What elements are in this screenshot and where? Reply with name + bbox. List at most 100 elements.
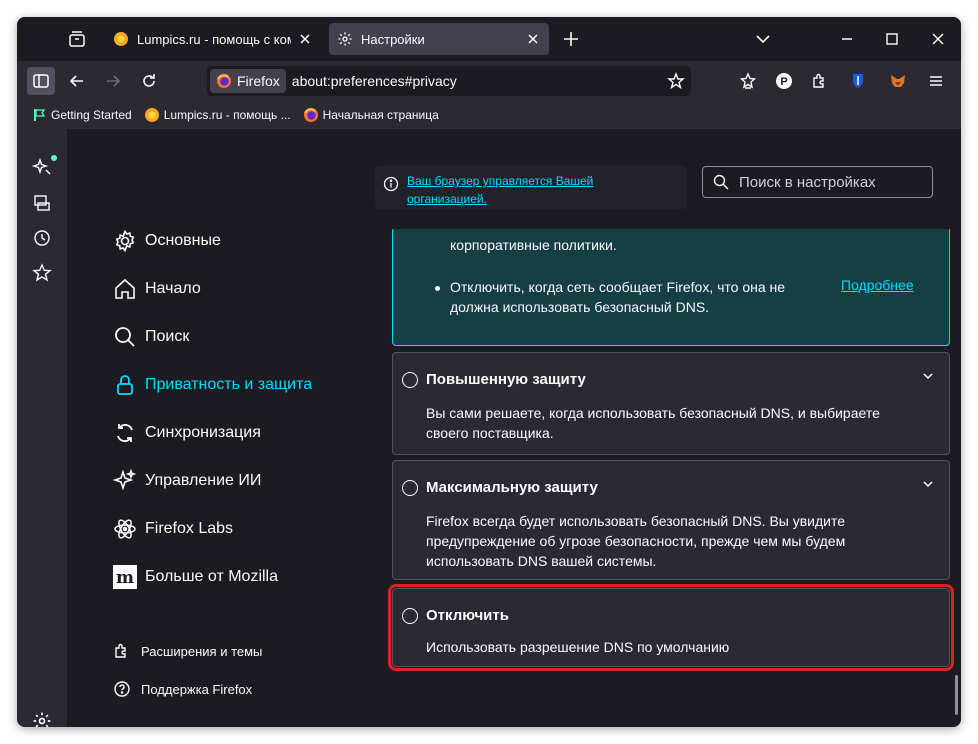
search-icon <box>115 327 135 347</box>
atom-icon <box>114 519 136 539</box>
tab-settings[interactable]: Настройки <box>329 23 549 55</box>
bookmark-getting-started[interactable]: Getting Started <box>31 107 132 123</box>
metamask-button[interactable] <box>884 67 912 95</box>
chevron-down-icon[interactable] <box>921 477 935 491</box>
history-icon[interactable] <box>32 228 52 248</box>
bookmark-label: Lumpics.ru - помощь ... <box>163 108 291 122</box>
chevron-down-icon[interactable] <box>921 369 935 383</box>
category-ai-controls[interactable]: Управление ИИ <box>113 469 261 493</box>
sync-icon <box>117 424 133 442</box>
category-label: Начало <box>145 280 201 297</box>
scrollbar-thumb[interactable] <box>955 675 958 715</box>
category-privacy[interactable]: Приватность и защита <box>113 373 312 397</box>
search-settings[interactable] <box>702 166 933 198</box>
menu-button[interactable] <box>922 67 950 95</box>
bookmarks-toolbar: Getting Started Lumpics.ru - помощь ... … <box>17 101 961 129</box>
bookmarks-star-icon[interactable] <box>32 263 52 283</box>
option-max-protection[interactable]: Максимальную защиту Firefox всегда будет… <box>392 460 950 580</box>
category-label: Управление ИИ <box>145 472 262 489</box>
synced-tabs-icon[interactable] <box>32 193 52 213</box>
back-button[interactable] <box>63 67 91 95</box>
save-to-pocket-button[interactable] <box>734 67 762 95</box>
tab-label: Lumpics.ru - помощь с компьютером <box>137 31 291 47</box>
category-sync[interactable]: Синхронизация <box>113 421 261 445</box>
category-label: Основные <box>145 232 221 249</box>
option-description: Вы сами решаете, когда использовать безо… <box>426 405 880 441</box>
firefox-icon <box>217 74 231 88</box>
forward-button[interactable] <box>99 67 127 95</box>
window-close-icon[interactable] <box>928 29 948 49</box>
category-label: Синхронизация <box>145 424 261 441</box>
browser-window: Lumpics.ru - помощь с компьютером Настро… <box>17 17 961 727</box>
account-button[interactable]: P <box>770 67 798 95</box>
footer-link-label: Поддержка Firefox <box>141 681 253 697</box>
policy-notice: Ваш браузер управляется Вашей организаци… <box>375 166 687 209</box>
policy-link-line1[interactable]: Ваш браузер управляется Вашей <box>407 174 593 188</box>
vertical-sidebar <box>17 129 67 727</box>
policy-link[interactable]: Ваш браузер управляется Вашей организаци… <box>407 172 593 208</box>
option-increased-protection[interactable]: Повышенную защиту Вы сами решаете, когда… <box>392 352 950 455</box>
extensions-button[interactable] <box>806 67 834 95</box>
star-list-icon <box>739 72 757 89</box>
shield-icon <box>853 74 863 88</box>
lumpics-favicon-icon <box>144 108 159 122</box>
gear-icon[interactable] <box>32 711 52 727</box>
search-input[interactable] <box>739 173 919 191</box>
bookmark-label: Начальная страница <box>322 108 439 122</box>
category-search[interactable]: Поиск <box>113 325 189 349</box>
radio-button[interactable] <box>402 480 418 496</box>
star-icon[interactable] <box>667 72 685 90</box>
arrow-left-icon <box>69 75 83 87</box>
radio-button[interactable] <box>402 372 418 388</box>
footer-link-extensions[interactable]: Расширения и темы <box>113 642 262 660</box>
bookmark-lumpics[interactable]: Lumpics.ru - помощь ... <box>144 107 291 123</box>
sparkle-icon <box>113 469 137 491</box>
url-bar[interactable]: Firefox about:preferences#privacy <box>207 66 691 96</box>
puzzle-icon <box>115 643 126 658</box>
reload-button[interactable] <box>135 67 163 95</box>
category-home[interactable]: Начало <box>113 277 201 301</box>
category-general[interactable]: Основные <box>113 229 221 253</box>
close-icon[interactable] <box>525 31 541 47</box>
fox-icon <box>891 75 905 87</box>
mozilla-icon: m <box>113 565 137 589</box>
sidebar-icon <box>33 74 49 88</box>
chevron-down-icon[interactable] <box>753 29 773 49</box>
plus-icon[interactable] <box>561 29 581 49</box>
url-text[interactable]: about:preferences#privacy <box>292 73 457 89</box>
tab-list-icon[interactable] <box>67 29 87 49</box>
notification-dot <box>51 155 57 161</box>
help-icon <box>114 681 130 697</box>
option-title: Максимальную защиту <box>426 479 598 496</box>
reload-icon <box>143 74 155 87</box>
tab-strip: Lumpics.ru - помощь с компьютером Настро… <box>17 17 961 61</box>
bookmark-label: Getting Started <box>51 108 132 122</box>
learn-more-link[interactable]: Подробнее <box>841 277 914 293</box>
puzzle-icon <box>813 73 824 88</box>
maximize-icon[interactable] <box>882 29 902 49</box>
policy-link-line2[interactable]: организацией. <box>407 192 487 206</box>
footer-link-support[interactable]: Поддержка Firefox <box>113 680 252 698</box>
highlight-frame <box>388 584 954 671</box>
getting-started-icon <box>34 109 46 121</box>
category-label: Firefox Labs <box>145 520 234 537</box>
search-icon <box>713 174 729 190</box>
panel-bullet-line1: Отключить, когда сеть сообщает Firefox, … <box>450 279 786 295</box>
category-firefox-labs[interactable]: Firefox Labs <box>113 517 233 541</box>
default-protection-panel: корпоративные политики. Отключить, когда… <box>392 229 950 346</box>
minimize-icon[interactable] <box>837 29 857 49</box>
panel-bullet-line2: должна использовать безопасный DNS. <box>450 299 710 315</box>
identity-box[interactable]: Firefox <box>210 69 286 93</box>
close-icon[interactable] <box>297 31 313 47</box>
bookmark-home[interactable]: Начальная страница <box>303 107 439 123</box>
bitwarden-button[interactable] <box>844 67 872 95</box>
option-description: Firefox всегда будет использовать безопа… <box>426 513 846 569</box>
sidebar-toggle-button[interactable] <box>27 67 55 95</box>
arrow-right-icon <box>107 75 121 87</box>
category-more-mozilla[interactable]: m Больше от Mozilla <box>113 565 278 589</box>
tab-label: Настройки <box>361 31 425 47</box>
tab-lumpics[interactable]: Lumpics.ru - помощь с компьютером <box>105 23 321 55</box>
gear-icon <box>115 229 135 253</box>
ai-chatbot-icon[interactable] <box>32 157 52 177</box>
hamburger-menu-icon <box>930 76 942 86</box>
